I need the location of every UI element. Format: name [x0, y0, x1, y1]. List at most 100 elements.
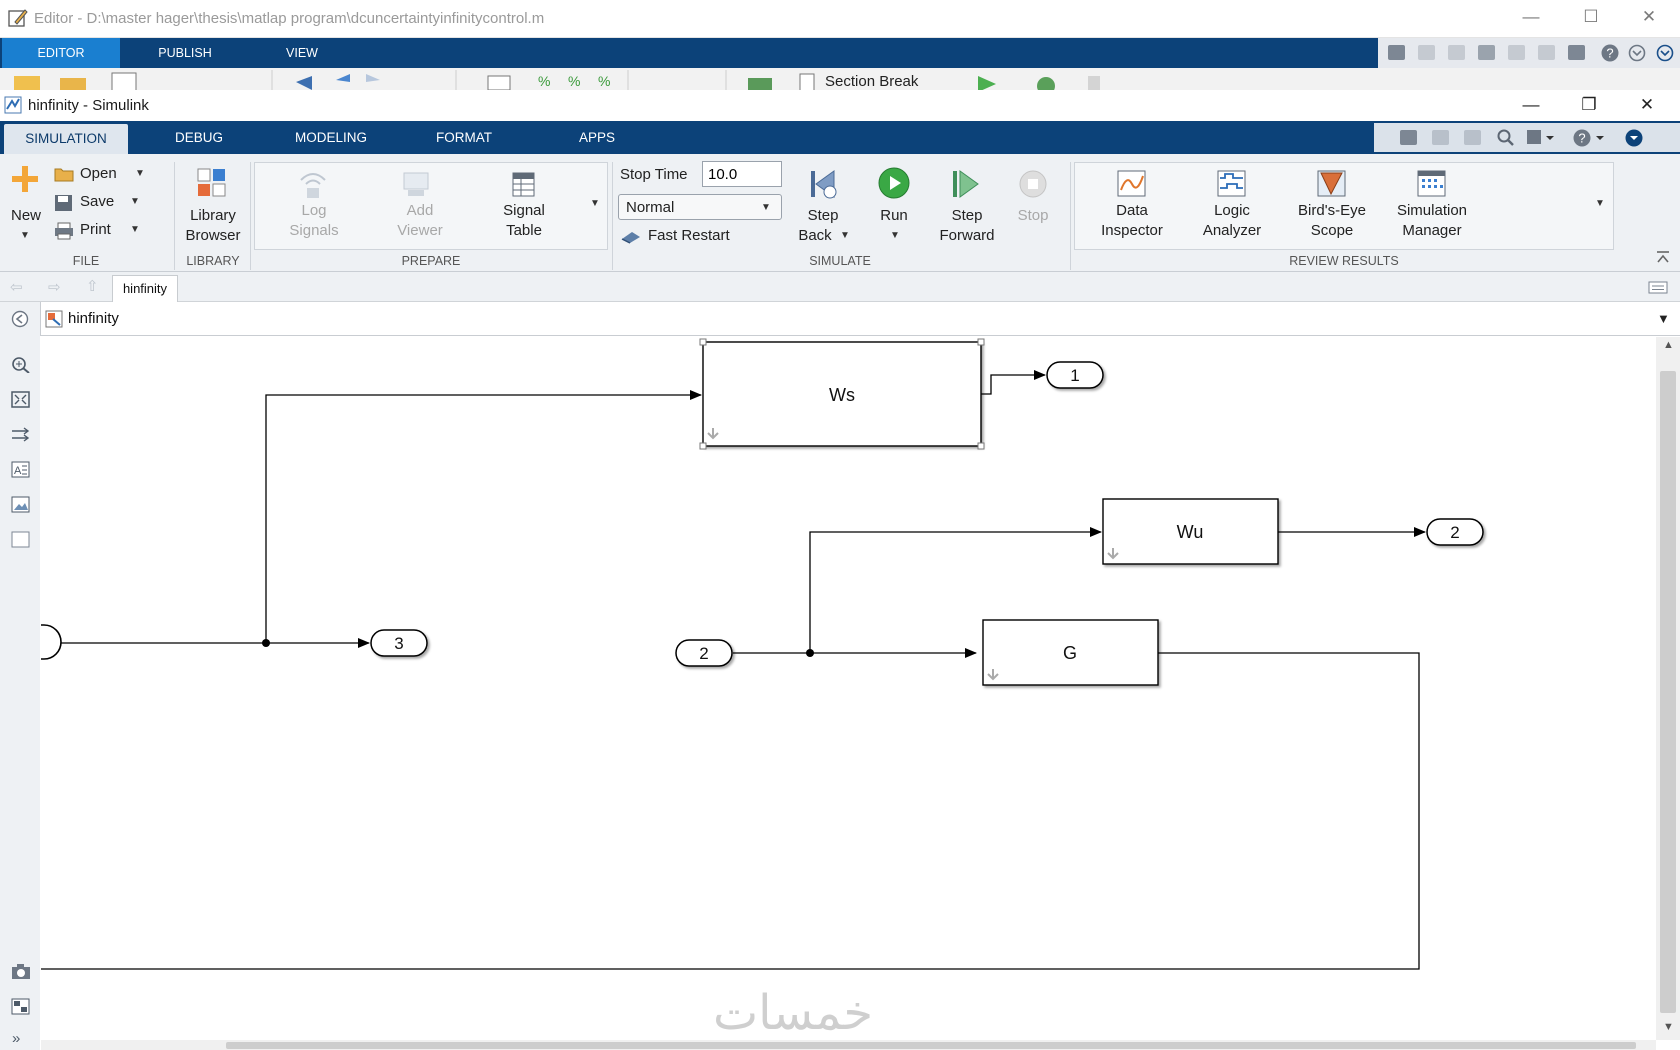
new-button[interactable]: New	[6, 206, 46, 226]
step-back-button-line1[interactable]: Step	[793, 206, 853, 226]
paste-icon[interactable]	[1478, 45, 1495, 60]
property-inspector-icon[interactable]	[11, 998, 30, 1015]
save-icon[interactable]	[1388, 45, 1405, 60]
outport-3[interactable]: 3	[370, 629, 428, 657]
forward-arrow-icon[interactable]: ⇨	[48, 278, 61, 296]
tab-apps[interactable]: APPS	[556, 121, 638, 154]
editor-close-button[interactable]: ✕	[1626, 7, 1672, 27]
tab-view[interactable]: VIEW	[250, 38, 354, 68]
tab-simulation[interactable]: SIMULATION	[4, 124, 128, 154]
new-dropdown-caret-icon[interactable]: ▼	[20, 230, 30, 241]
vertical-scrollbar[interactable]: ▲ ▼	[1656, 337, 1680, 1040]
simulink-close-button[interactable]: ✕	[1624, 95, 1670, 115]
signal-routing-icon[interactable]	[11, 426, 30, 443]
fast-restart-button[interactable]: Fast Restart	[648, 226, 730, 246]
block-diagram-canvas[interactable]: Ws Wu G 1 2 3 2 خمسات	[41, 337, 1656, 1040]
signal-table-button-line2[interactable]: Table	[484, 221, 564, 241]
zoom-options-icon[interactable]	[1526, 129, 1556, 147]
log-signals-button-line1[interactable]: Log	[274, 201, 354, 221]
collapse-toolstrip-icon[interactable]	[1624, 128, 1644, 148]
help-icon[interactable]: ?	[1572, 128, 1606, 148]
step-back-dropdown-caret-icon[interactable]: ▼	[840, 230, 850, 241]
logic-analyzer-button-line2[interactable]: Analyzer	[1192, 221, 1272, 241]
g-block[interactable]: G	[982, 619, 1159, 686]
signal-table-button-line1[interactable]: Signal	[484, 201, 564, 221]
simulation-manager-button-line2[interactable]: Manager	[1392, 221, 1472, 241]
logic-analyzer-button-line1[interactable]: Logic	[1192, 201, 1272, 221]
area-icon[interactable]	[11, 531, 30, 548]
scroll-up-icon[interactable]: ▲	[1663, 339, 1674, 351]
signal-lines[interactable]	[41, 370, 1426, 970]
help-icon[interactable]: ?	[1600, 43, 1620, 63]
breadcrumb-model-name[interactable]: hinfinity	[68, 310, 119, 327]
log-signals-button-line2[interactable]: Signals	[274, 221, 354, 241]
library-browser-button-line2[interactable]: Browser	[178, 226, 248, 246]
switch-windows-icon[interactable]	[1568, 45, 1585, 60]
up-arrow-icon[interactable]: ⇧	[86, 277, 99, 295]
tab-editor[interactable]: EDITOR	[2, 38, 120, 68]
data-inspector-button-line2[interactable]: Inspector	[1092, 221, 1172, 241]
tab-format[interactable]: FORMAT	[420, 121, 508, 154]
prepare-gallery-expand-icon[interactable]: ▼	[590, 198, 600, 209]
save-button[interactable]: Save	[80, 192, 114, 212]
minimize-toolstrip-icon[interactable]	[1656, 44, 1674, 62]
outport-1[interactable]: 1	[1046, 361, 1104, 389]
tab-publish[interactable]: PUBLISH	[124, 38, 246, 68]
redo-icon[interactable]	[1538, 45, 1555, 60]
copy-icon[interactable]	[1448, 45, 1465, 60]
section-break-button[interactable]: Section Break	[825, 73, 918, 90]
birds-eye-scope-button-line2[interactable]: Scope	[1292, 221, 1372, 241]
birds-eye-scope-button-line1[interactable]: Bird's-Eye	[1289, 201, 1375, 221]
open-button[interactable]: Open	[80, 164, 117, 184]
step-forward-button-line1[interactable]: Step	[934, 206, 1000, 226]
fit-to-view-icon[interactable]	[11, 391, 30, 408]
tab-debug[interactable]: DEBUG	[150, 121, 248, 154]
keyboard-icon[interactable]	[1648, 281, 1668, 294]
hide-explorer-icon[interactable]	[11, 310, 29, 328]
undo-icon[interactable]	[1508, 45, 1525, 60]
scroll-down-icon[interactable]: ▼	[1663, 1021, 1674, 1033]
back-arrow-icon[interactable]: ⇦	[10, 278, 23, 296]
vertical-scroll-thumb[interactable]	[1660, 371, 1676, 1013]
print-button[interactable]: Print	[80, 220, 111, 240]
stop-time-input[interactable]	[702, 161, 782, 187]
step-back-button-line2[interactable]: Back	[785, 226, 845, 246]
save-dropdown-caret-icon[interactable]: ▼	[130, 196, 140, 207]
undo-icon[interactable]	[1432, 130, 1449, 145]
stop-button[interactable]: Stop	[1003, 206, 1063, 226]
zoom-in-icon[interactable]	[11, 356, 30, 373]
simulation-manager-button-line1[interactable]: Simulation	[1388, 201, 1476, 221]
ws-block[interactable]: Ws	[699, 338, 985, 450]
breadcrumb-dropdown-icon[interactable]: ▼	[1657, 311, 1670, 326]
print-dropdown-caret-icon[interactable]: ▼	[130, 224, 140, 235]
inport-2[interactable]: 2	[675, 639, 733, 667]
add-viewer-button-line2[interactable]: Viewer	[380, 221, 460, 241]
wu-block[interactable]: Wu	[1102, 498, 1279, 565]
step-forward-button-line2[interactable]: Forward	[934, 226, 1000, 246]
save-model-icon[interactable]	[1400, 130, 1417, 145]
review-gallery-expand-icon[interactable]: ▼	[1595, 198, 1605, 209]
annotation-icon[interactable]: A	[11, 461, 30, 478]
simulation-mode-dropdown[interactable]: Normal ▼	[618, 194, 782, 220]
horizontal-scroll-thumb[interactable]	[226, 1042, 1636, 1049]
tab-modeling[interactable]: MODELING	[280, 121, 382, 154]
add-viewer-button-line1[interactable]: Add	[380, 201, 460, 221]
run-dropdown-caret-icon[interactable]: ▼	[890, 230, 900, 241]
cut-icon[interactable]	[1418, 45, 1435, 60]
open-dropdown-caret-icon[interactable]: ▼	[135, 168, 145, 179]
inport-partial[interactable]	[41, 624, 62, 660]
outport-2[interactable]: 2	[1426, 518, 1484, 546]
simulink-minimize-button[interactable]: —	[1508, 95, 1554, 115]
search-icon[interactable]	[1496, 128, 1516, 148]
redo-icon[interactable]	[1464, 130, 1481, 145]
library-browser-button-line1[interactable]: Library	[178, 206, 248, 226]
horizontal-scrollbar[interactable]	[41, 1040, 1656, 1050]
collapse-ribbon-icon[interactable]	[1656, 250, 1670, 264]
editor-maximize-button[interactable]: ☐	[1568, 7, 1614, 27]
expand-palette-icon[interactable]: »	[12, 1030, 20, 1047]
settings-circle-icon[interactable]	[1628, 44, 1646, 62]
image-icon[interactable]	[11, 496, 30, 513]
editor-minimize-button[interactable]: —	[1508, 7, 1554, 27]
model-tab-hinfinity[interactable]: hinfinity	[112, 275, 178, 302]
data-inspector-button-line1[interactable]: Data	[1092, 201, 1172, 221]
